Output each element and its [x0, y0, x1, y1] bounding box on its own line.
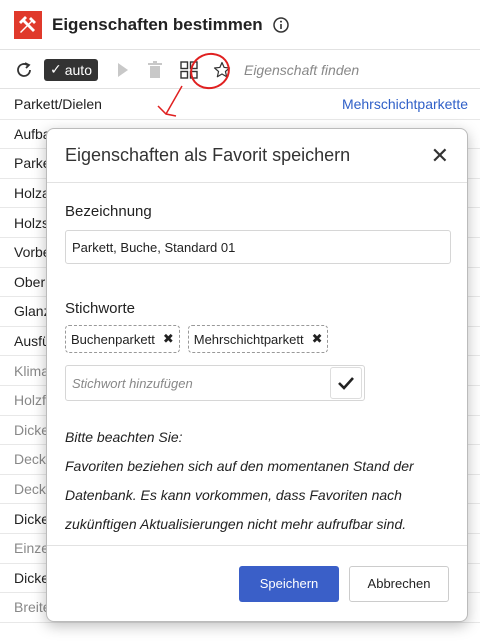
keyword-tags: Buchenparkett ✖ Mehrschichtparkett ✖ — [65, 325, 449, 353]
save-button[interactable]: Speichern — [239, 565, 339, 602]
info-icon[interactable] — [272, 16, 289, 33]
notice-title: Bitte beachten Sie: — [65, 429, 183, 445]
favorite-name-input[interactable] — [65, 230, 451, 264]
page-title: Eigenschaften bestimmen — [52, 14, 263, 34]
notice-body: Favoriten beziehen sich auf den momentan… — [65, 458, 414, 532]
keywords-label: Stichworte — [65, 300, 136, 317]
trash-icon[interactable] — [146, 60, 164, 80]
hammer-wrench-icon — [14, 10, 42, 39]
save-favorite-dialog: Eigenschaften als Favorit speichern ✕ Be… — [46, 128, 468, 622]
play-icon[interactable] — [116, 61, 130, 79]
name-label: Bezeichnung — [65, 203, 152, 220]
confirm-check-icon[interactable] — [330, 367, 362, 399]
dialog-footer: Speichern Abbrechen — [47, 545, 467, 621]
auto-label: auto — [64, 61, 92, 78]
keyword-add-row — [65, 365, 365, 401]
notice-text: Bitte beachten Sie: Favoriten beziehen s… — [65, 423, 449, 539]
keyword-tag: Mehrschichtparkett ✖ — [187, 325, 329, 353]
check-icon: ✓ — [50, 61, 62, 77]
dialog-header: Eigenschaften als Favorit speichern ✕ — [47, 129, 467, 183]
close-icon[interactable]: ✕ — [431, 144, 449, 167]
refresh-icon[interactable] — [14, 60, 34, 80]
app-header: Eigenschaften bestimmen — [0, 0, 480, 50]
auto-toggle-button[interactable]: ✓ auto — [44, 58, 98, 81]
keyword-input[interactable] — [66, 375, 326, 391]
remove-tag-icon[interactable]: ✖ — [312, 331, 323, 347]
dialog-title: Eigenschaften als Favorit speichern — [65, 145, 351, 165]
cancel-button[interactable]: Abbrechen — [349, 565, 449, 602]
dialog-body: Bezeichnung Stichworte Buchenparkett ✖ M… — [47, 183, 467, 539]
toolbar: ✓ auto Eigenschaft finden — [0, 51, 480, 89]
list-item[interactable]: Parkett/Dielen Mehrschichtparkette — [0, 90, 480, 120]
property-search-input[interactable]: Eigenschaft finden — [244, 62, 359, 78]
remove-tag-icon[interactable]: ✖ — [163, 331, 174, 347]
keyword-tag: Buchenparkett ✖ — [65, 325, 180, 353]
